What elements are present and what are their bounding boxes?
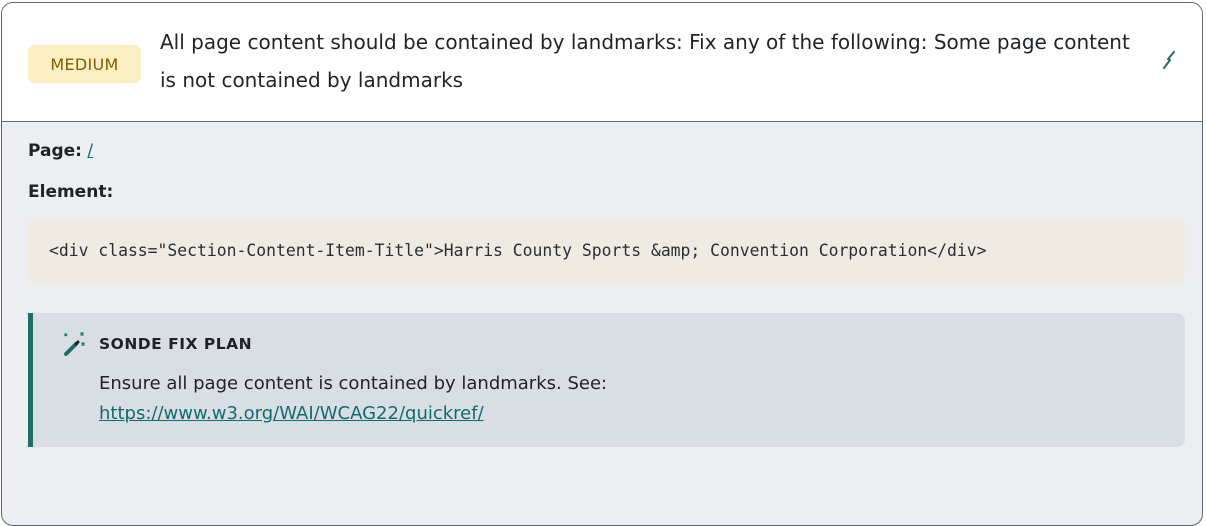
fix-plan-link[interactable]: https://www.w3.org/WAI/WCAG22/quickref/ [99, 403, 484, 424]
issue-header[interactable]: MEDIUM All page content should be contai… [2, 3, 1202, 122]
page-row: Page: / [28, 140, 1176, 162]
element-label: Element: [28, 182, 114, 202]
fix-plan-heading: SONDE FIX PLAN [99, 335, 253, 353]
element-code-block: <div class="Section-Content-Item-Title">… [28, 219, 1185, 284]
fix-plan-text: Ensure all page content is contained by … [99, 373, 608, 394]
fix-plan-body: Ensure all page content is contained by … [99, 369, 607, 429]
issue-details: Page: / Element: <div class="Section-Con… [2, 122, 1202, 447]
magic-wand-sparkles-icon [59, 330, 89, 360]
page-link[interactable]: / [87, 141, 93, 161]
page-label: Page: [28, 141, 82, 161]
severity-badge: MEDIUM [28, 45, 141, 83]
issue-title: All page content should be contained by … [160, 30, 1130, 92]
issue-card: MEDIUM All page content should be contai… [1, 2, 1203, 526]
element-row: Element: [28, 181, 1176, 203]
wand-icon[interactable] [1158, 49, 1180, 71]
fix-plan-panel: SONDE FIX PLAN Ensure all page content i… [28, 313, 1185, 447]
